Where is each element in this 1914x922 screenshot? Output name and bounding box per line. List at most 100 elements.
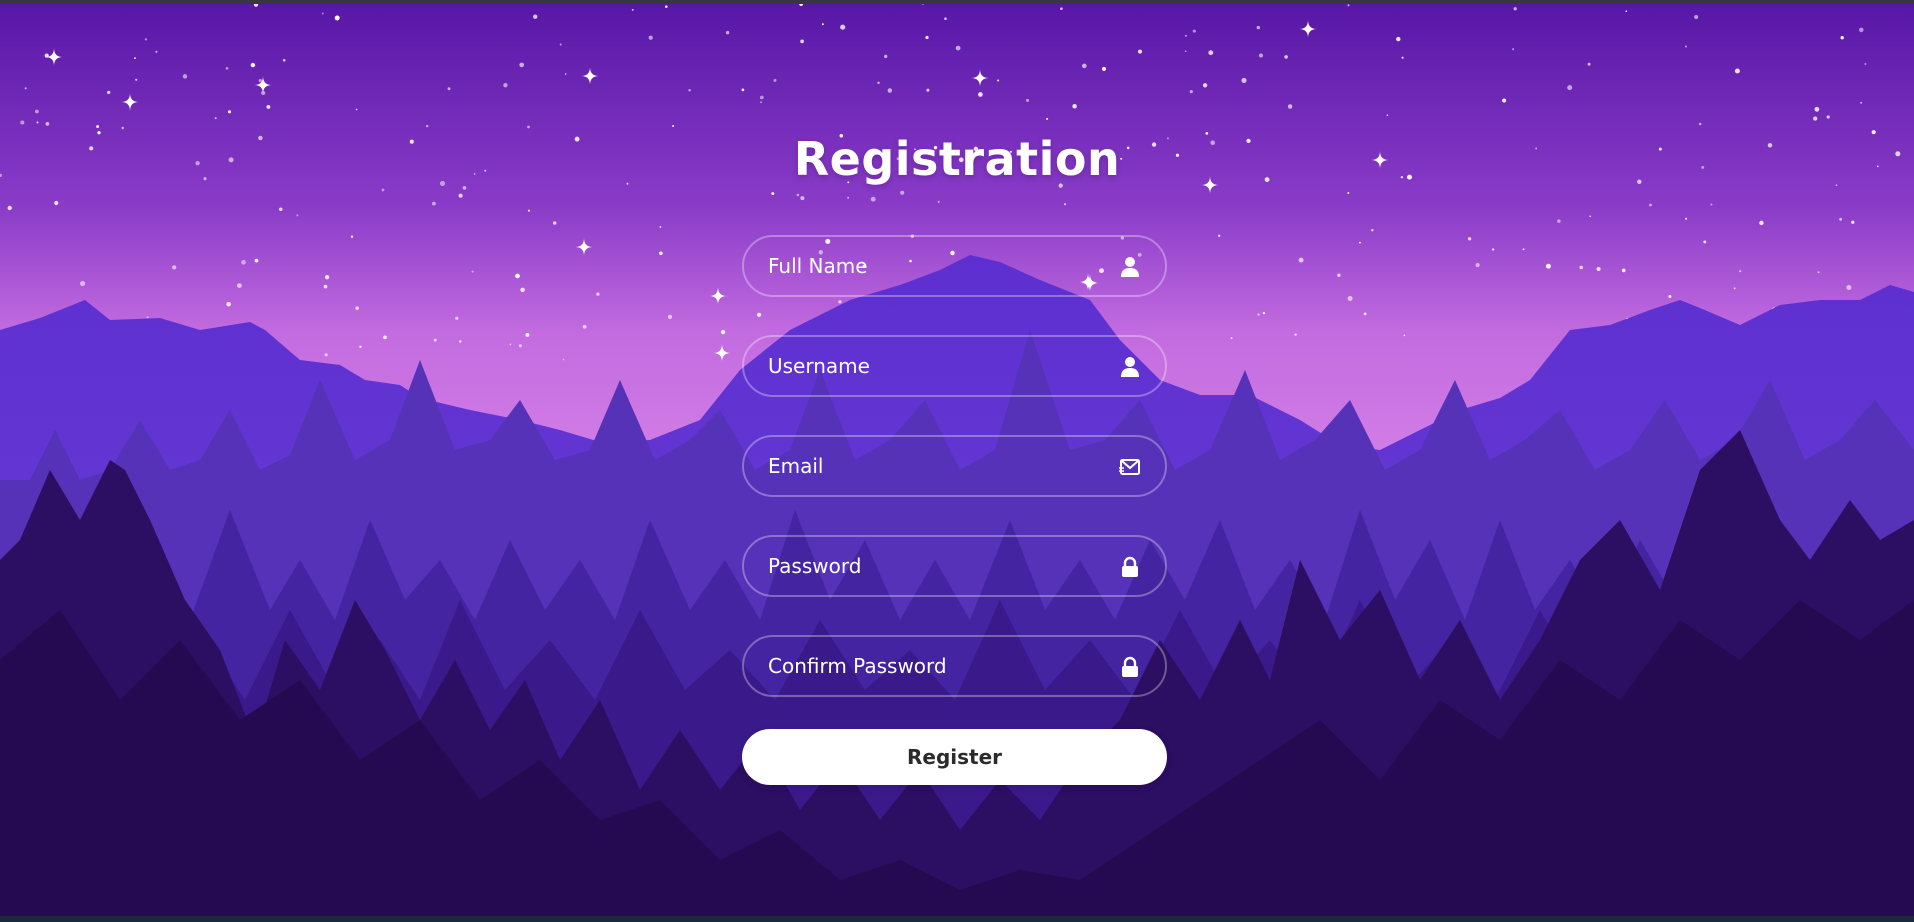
star (258, 78, 262, 83)
star (877, 81, 880, 85)
star (45, 122, 50, 126)
star (1557, 219, 1561, 223)
star (355, 306, 359, 310)
star (659, 226, 662, 228)
star (241, 259, 246, 265)
user-icon (1119, 356, 1141, 378)
username-input[interactable] (744, 337, 1165, 395)
star (1685, 217, 1688, 220)
star (672, 125, 675, 127)
star (381, 188, 385, 192)
star (1739, 270, 1742, 273)
star (847, 196, 849, 199)
star (559, 43, 562, 46)
star (720, 329, 726, 335)
star (1513, 7, 1517, 11)
star (796, 193, 800, 197)
star (282, 59, 286, 62)
password-input[interactable] (744, 537, 1165, 595)
star (520, 287, 525, 293)
register-button[interactable]: Register (742, 729, 1167, 785)
star (1072, 104, 1077, 109)
star (254, 258, 259, 263)
star (1137, 49, 1143, 54)
star (519, 62, 525, 68)
confirm-password-field-wrapper (742, 635, 1167, 697)
star (1371, 228, 1374, 232)
email-input[interactable] (744, 437, 1165, 495)
star (1475, 263, 1480, 268)
star (1257, 313, 1260, 316)
registration-form: Register (742, 235, 1167, 785)
star (1202, 83, 1208, 88)
star (426, 124, 429, 128)
lock-icon (1119, 656, 1141, 678)
star (1733, 287, 1736, 290)
star (840, 24, 846, 30)
star (455, 316, 459, 320)
star (1396, 36, 1401, 42)
star (1668, 295, 1672, 298)
star (659, 251, 663, 256)
star (1403, 334, 1406, 337)
star (1241, 77, 1247, 83)
star (725, 30, 730, 35)
star (1184, 34, 1187, 37)
star (870, 196, 876, 202)
star (527, 209, 530, 212)
star (1545, 263, 1551, 269)
star (821, 23, 824, 26)
username-field-wrapper (742, 335, 1167, 397)
star (155, 50, 158, 53)
full-name-input[interactable] (744, 237, 1165, 295)
star (884, 54, 888, 59)
star (759, 95, 764, 100)
star (134, 57, 136, 60)
star (760, 101, 762, 103)
star (925, 35, 929, 40)
star (1208, 50, 1214, 56)
star (1587, 62, 1591, 66)
star (741, 88, 745, 92)
star (1649, 203, 1652, 207)
star (1192, 29, 1196, 33)
star (1189, 90, 1193, 94)
star (1347, 4, 1350, 7)
star (503, 83, 508, 88)
star (227, 110, 232, 114)
password-field-wrapper (742, 535, 1167, 597)
star (1401, 56, 1404, 59)
star (383, 335, 387, 340)
star (471, 270, 474, 273)
star (250, 62, 256, 68)
star (1579, 265, 1583, 270)
star (1859, 27, 1864, 33)
star (172, 265, 177, 270)
star (1347, 295, 1353, 302)
star (1230, 337, 1233, 340)
confirm-password-input[interactable] (744, 637, 1165, 695)
star (1026, 98, 1029, 102)
star (135, 78, 138, 81)
star (1284, 55, 1288, 59)
star (800, 196, 805, 201)
star (1063, 203, 1067, 206)
user-icon (1119, 256, 1141, 278)
star (518, 344, 523, 348)
star (533, 14, 538, 19)
star (1864, 62, 1867, 66)
star (800, 39, 804, 44)
star (458, 193, 463, 198)
star (1298, 257, 1304, 263)
star (321, 12, 324, 15)
page-title: Registration (793, 132, 1121, 186)
star (582, 324, 587, 329)
star (1839, 217, 1842, 221)
star (1840, 36, 1844, 40)
star (1522, 248, 1525, 251)
star (1287, 104, 1293, 109)
star (1358, 241, 1361, 244)
star (80, 280, 86, 287)
star (1734, 68, 1740, 74)
star (359, 345, 362, 349)
